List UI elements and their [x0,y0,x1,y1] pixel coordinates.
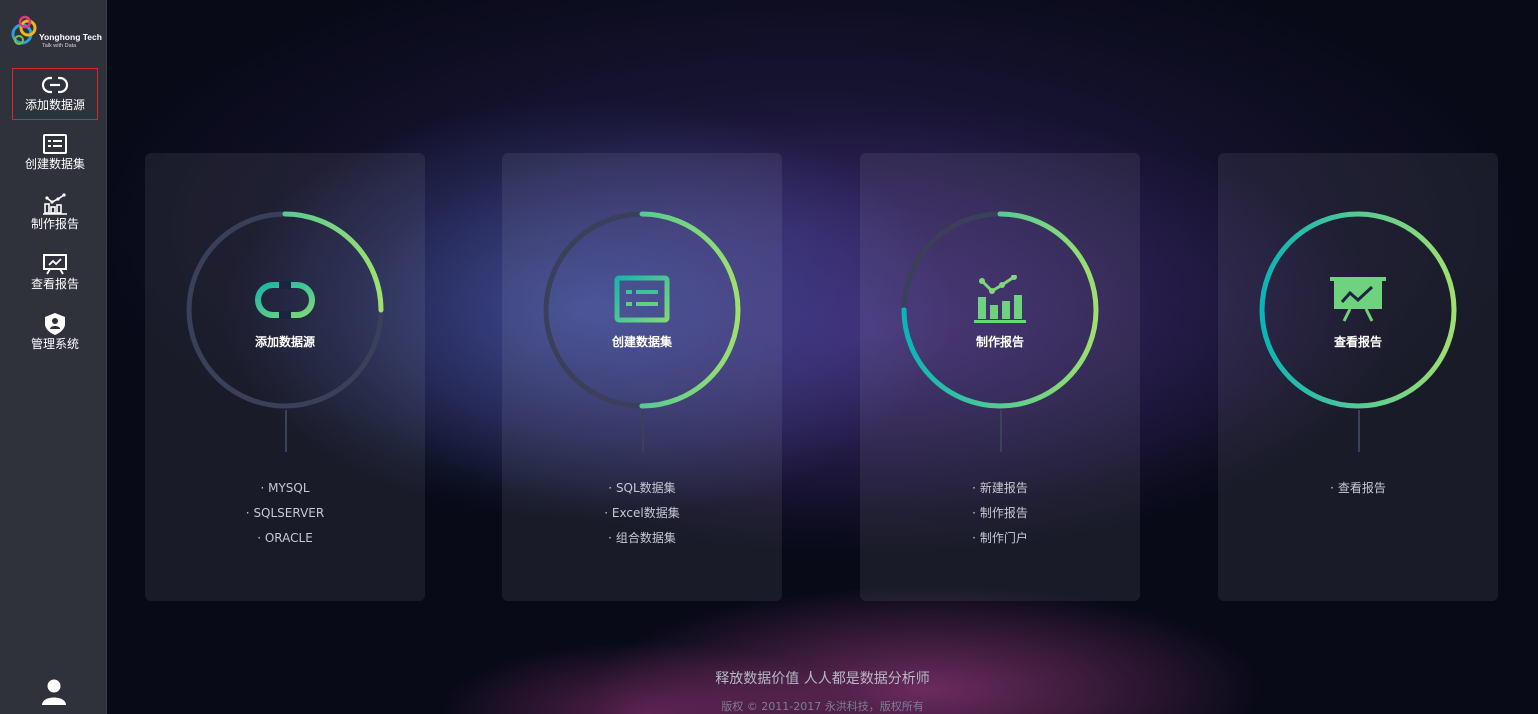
bar-chart-icon [974,275,1026,323]
sidebar-item-view-report[interactable]: 查看报告 [12,248,98,300]
card-link-list: MYSQL SQLSERVER ORACLE [145,476,425,551]
card-divider [285,410,287,452]
card-add-datasource[interactable]: 添加数据源 MYSQL SQLSERVER ORACLE [145,153,425,601]
card-link[interactable]: SQLSERVER [145,501,425,526]
main-panel: 添加数据源 MYSQL SQLSERVER ORACLE 创建数据集 [107,0,1538,714]
card-title: 制作报告 [975,335,1024,349]
sidebar-item-create-dataset[interactable]: 创建数据集 [12,128,98,180]
link-icon [41,76,69,94]
bar-chart-icon [43,193,67,215]
card-link[interactable]: 查看报告 [1218,476,1498,501]
card-make-report[interactable]: 制作报告 新建报告 制作报告 制作门户 [860,153,1140,601]
card-divider [642,410,644,452]
sidebar-item-label: 制作报告 [30,217,79,231]
sidebar-item-make-report[interactable]: 制作报告 [12,188,98,240]
card-link-list: 查看报告 [1218,476,1498,501]
card-link[interactable]: SQL数据集 [502,476,782,501]
card-link-list: SQL数据集 Excel数据集 组合数据集 [502,476,782,551]
sidebar-item-label: 管理系统 [30,337,79,351]
card-title: 创建数据集 [611,335,672,349]
footer-copyright: 版权 © 2011-2017 永洪科技，版权所有 [721,700,924,713]
card-link-list: 新建报告 制作报告 制作门户 [860,476,1140,551]
dataset-icon [43,134,67,154]
sidebar-item-admin[interactable]: 管理系统 [12,308,98,360]
card-create-dataset[interactable]: 创建数据集 SQL数据集 Excel数据集 组合数据集 [502,153,782,601]
footer-slogan: 释放数据价值 人人都是数据分析师 [715,671,930,687]
card-link[interactable]: 制作报告 [860,501,1140,526]
card-title: 查看报告 [1333,335,1382,349]
card-link[interactable]: 新建报告 [860,476,1140,501]
sidebar: Yonghong Tech Talk with Data 添加数据源 创建数据集 [0,0,107,714]
card-divider [1000,410,1002,452]
brand-name: Yonghong Tech [39,32,102,42]
dataset-icon [614,275,670,323]
sidebar-item-add-datasource[interactable]: 添加数据源 [12,68,98,120]
sidebar-item-label: 添加数据源 [24,98,85,112]
logo-rings-icon [11,15,37,45]
card-link[interactable]: MYSQL [145,476,425,501]
brand-tagline: Talk with Data [42,43,77,49]
sidebar-item-label: 查看报告 [30,277,79,291]
user-icon[interactable] [41,678,67,706]
card-link[interactable]: 组合数据集 [502,526,782,551]
card-link[interactable]: ORACLE [145,526,425,551]
card-divider [1358,410,1360,452]
card-title: 添加数据源 [254,335,315,349]
app-root: Yonghong Tech Talk with Data 添加数据源 创建数据集 [0,0,1538,714]
card-view-report[interactable]: 查看报告 查看报告 [1218,153,1498,601]
presentation-icon [43,254,67,275]
brand-logo[interactable]: Yonghong Tech Talk with Data [8,10,104,52]
link-icon [255,281,315,319]
card-link[interactable]: 制作门户 [860,526,1140,551]
presentation-icon [1330,277,1386,322]
shield-user-icon [45,313,65,335]
sidebar-item-label: 创建数据集 [24,157,85,171]
card-link[interactable]: Excel数据集 [502,501,782,526]
